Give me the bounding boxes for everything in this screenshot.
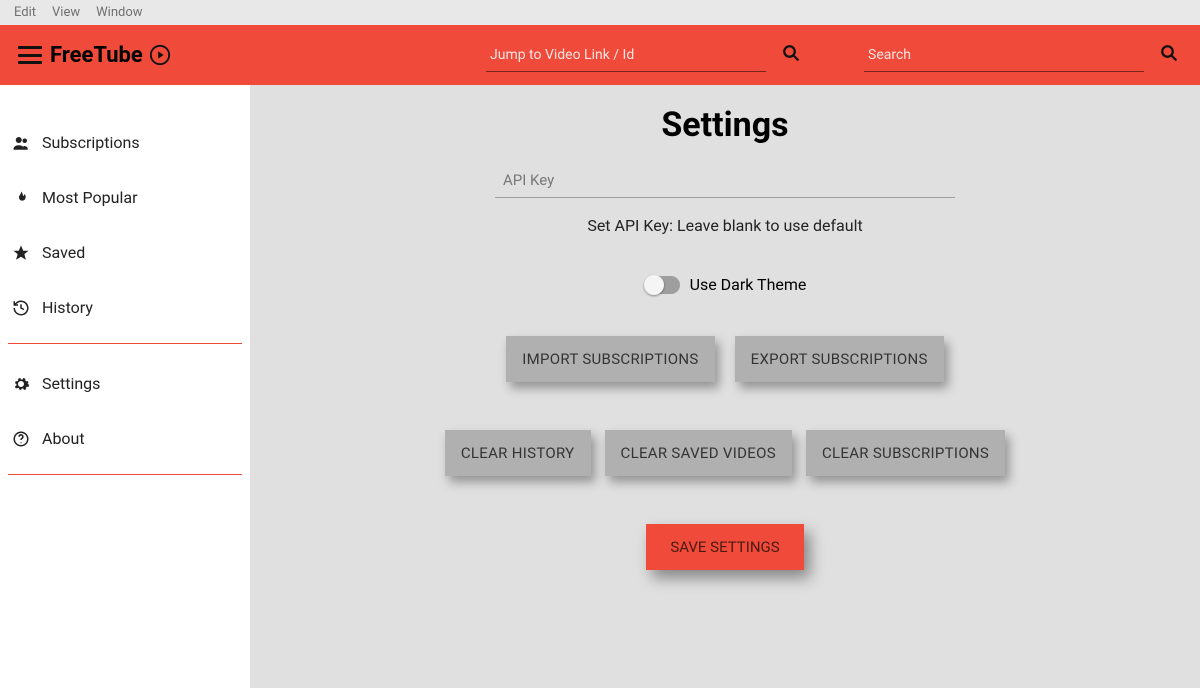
- clear-history-button[interactable]: CLEAR HISTORY: [445, 430, 591, 476]
- settings-panel: Settings Set API Key: Leave blank to use…: [250, 85, 1200, 688]
- sidebar-item-saved[interactable]: Saved: [0, 225, 250, 280]
- dark-theme-label: Use Dark Theme: [690, 275, 807, 294]
- sidebar: Subscriptions Most Popular Saved: [0, 85, 250, 688]
- sidebar-item-label: Settings: [42, 374, 100, 393]
- save-settings-button[interactable]: SAVE SETTINGS: [646, 524, 803, 570]
- window-menubar: Edit View Window: [0, 0, 1200, 25]
- jump-search-button[interactable]: [778, 40, 804, 66]
- menu-icon[interactable]: [18, 46, 42, 64]
- clear-subscriptions-button[interactable]: CLEAR SUBSCRIPTIONS: [806, 430, 1005, 476]
- sidebar-item-label: History: [42, 298, 93, 317]
- main-search: [864, 39, 1182, 72]
- menubar-item-edit[interactable]: Edit: [6, 5, 44, 20]
- search-icon: [782, 44, 800, 62]
- topbar: FreeTube: [0, 25, 1200, 85]
- menubar-item-view[interactable]: View: [44, 5, 88, 20]
- star-icon: [10, 244, 32, 262]
- users-icon: [10, 134, 32, 152]
- sidebar-item-label: Saved: [42, 243, 85, 262]
- question-circle-icon: [10, 430, 32, 448]
- brand: FreeTube: [50, 43, 171, 68]
- export-subscriptions-button[interactable]: EXPORT SUBSCRIPTIONS: [735, 336, 944, 382]
- dark-theme-toggle[interactable]: [644, 276, 680, 294]
- divider: [8, 474, 242, 475]
- gear-icon: [10, 375, 32, 393]
- sidebar-item-label: Subscriptions: [42, 133, 140, 152]
- sidebar-item-subscriptions[interactable]: Subscriptions: [0, 115, 250, 170]
- menubar-item-window[interactable]: Window: [88, 5, 150, 20]
- sidebar-item-history[interactable]: History: [0, 280, 250, 335]
- divider: [8, 343, 242, 344]
- jump-input[interactable]: [486, 39, 766, 72]
- jump-search: [486, 39, 804, 72]
- api-key-input[interactable]: [495, 163, 955, 198]
- brand-text: FreeTube: [50, 43, 143, 68]
- sidebar-item-label: About: [42, 429, 85, 448]
- search-input[interactable]: [864, 39, 1144, 72]
- sidebar-item-about[interactable]: About: [0, 411, 250, 466]
- api-key-hint: Set API Key: Leave blank to use default: [587, 216, 862, 235]
- play-circle-icon: [149, 44, 171, 66]
- clear-saved-videos-button[interactable]: CLEAR SAVED VIDEOS: [605, 430, 792, 476]
- sidebar-item-most-popular[interactable]: Most Popular: [0, 170, 250, 225]
- sidebar-item-settings[interactable]: Settings: [0, 356, 250, 411]
- fire-icon: [10, 189, 32, 207]
- search-button[interactable]: [1156, 40, 1182, 66]
- history-icon: [10, 299, 32, 317]
- sidebar-item-label: Most Popular: [42, 188, 138, 207]
- page-title: Settings: [661, 105, 788, 145]
- search-icon: [1160, 44, 1178, 62]
- import-subscriptions-button[interactable]: IMPORT SUBSCRIPTIONS: [506, 336, 714, 382]
